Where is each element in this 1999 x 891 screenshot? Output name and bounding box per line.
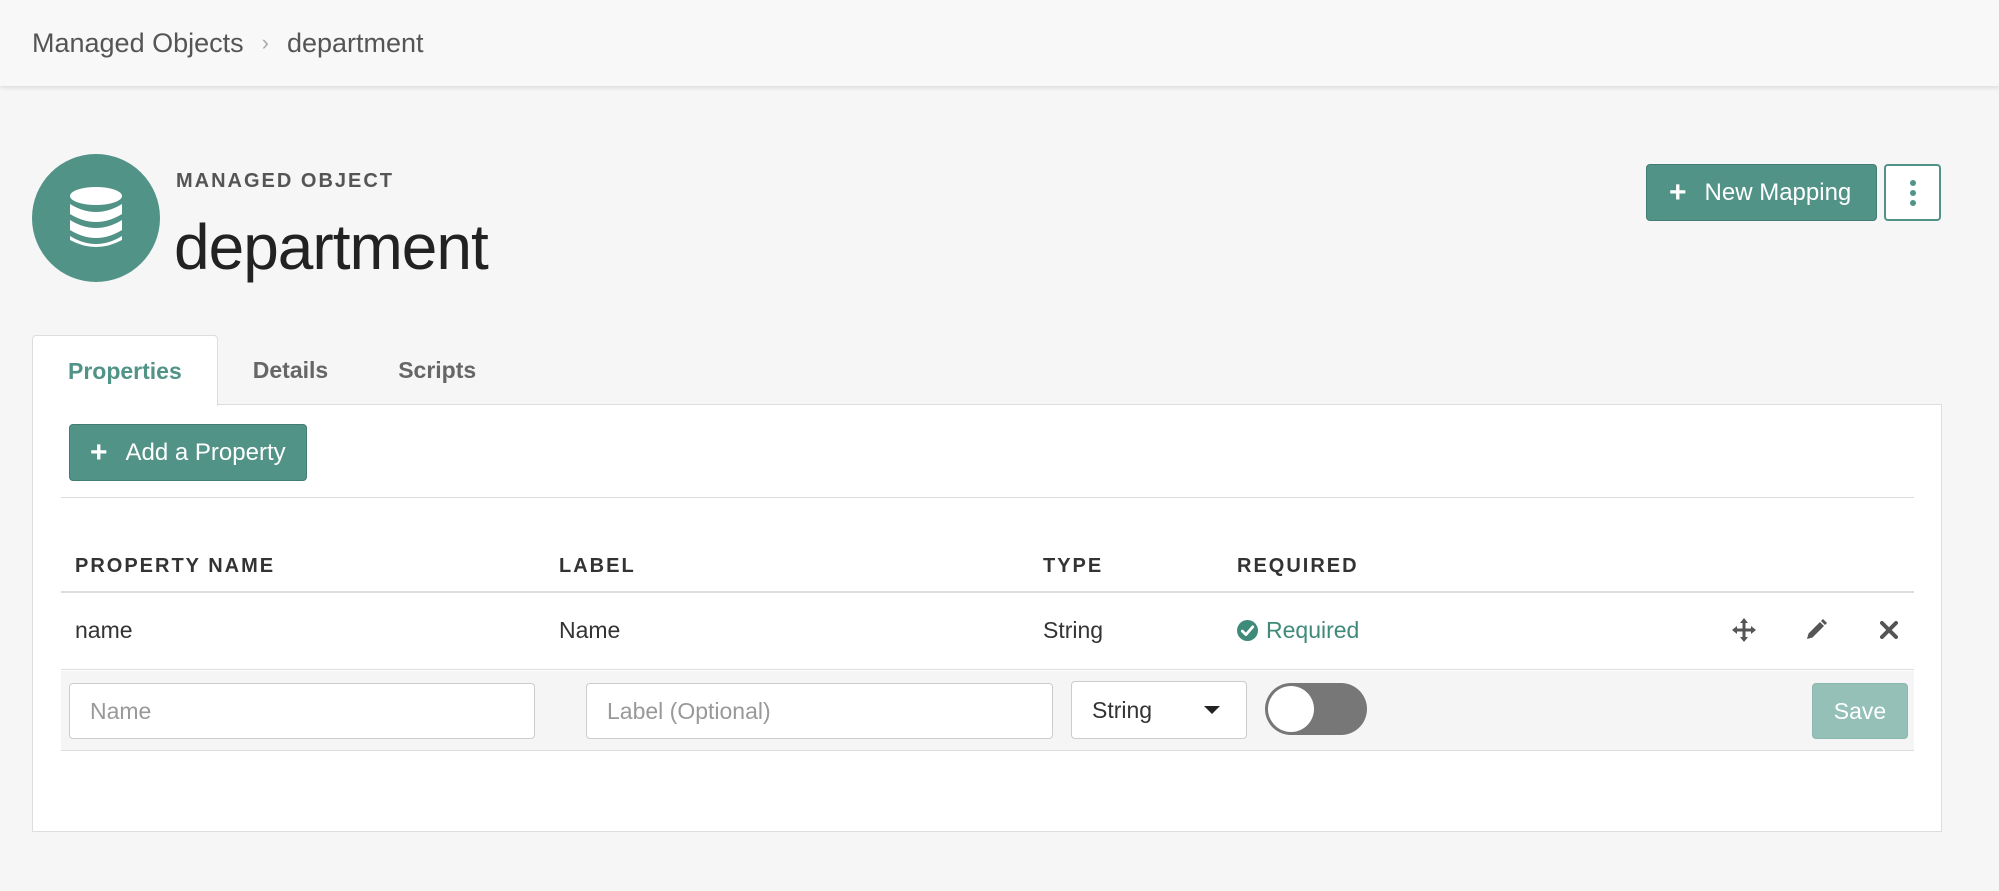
tab-scripts[interactable]: Scripts [363, 335, 511, 405]
property-name-cell: name [75, 617, 133, 643]
required-badge: Required [1237, 617, 1359, 644]
tab-bar: Properties Details Scripts [32, 335, 511, 406]
column-header-required: REQUIRED [1237, 555, 1359, 577]
table-row: name Name String Required [61, 593, 1914, 670]
property-type-cell: String [1043, 617, 1104, 643]
toggle-knob [1268, 686, 1314, 732]
column-header-label: LABEL [559, 555, 636, 577]
property-type-select[interactable]: String [1071, 681, 1247, 739]
column-header-type: TYPE [1043, 555, 1104, 577]
new-mapping-label: New Mapping [1704, 178, 1852, 206]
kebab-dot-icon [1909, 179, 1916, 186]
breadcrumb-current: department [286, 27, 424, 58]
breadcrumb: Managed Objects › department [0, 0, 1999, 86]
delete-x-icon[interactable] [1874, 615, 1904, 645]
table-header: PROPERTY NAME LABEL TYPE REQUIRED [61, 555, 1914, 593]
plus-icon: + [90, 435, 108, 469]
page-title: department [174, 211, 489, 283]
column-header-property-name: PROPERTY NAME [75, 555, 276, 577]
more-options-button[interactable] [1884, 164, 1941, 221]
properties-panel: + Add a Property PROPERTY NAME LABEL TYP… [32, 404, 1942, 832]
add-property-button[interactable]: + Add a Property [69, 424, 307, 481]
database-icon [32, 154, 160, 282]
tab-properties[interactable]: Properties [32, 335, 218, 406]
property-label-input[interactable] [586, 683, 1053, 739]
property-type-value: String [1092, 696, 1153, 723]
object-type-label: MANAGED OBJECT [176, 170, 395, 192]
edit-pencil-icon[interactable] [1801, 615, 1831, 645]
breadcrumb-root-link[interactable]: Managed Objects [32, 28, 244, 59]
add-property-label: Add a Property [125, 438, 286, 466]
plus-icon: + [1669, 175, 1687, 209]
divider [61, 497, 1914, 498]
kebab-dot-icon [1909, 189, 1916, 196]
save-button[interactable]: Save [1812, 683, 1908, 739]
tab-details[interactable]: Details [218, 335, 363, 405]
new-mapping-button[interactable]: + New Mapping [1646, 164, 1877, 221]
required-label: Required [1266, 617, 1360, 643]
property-label-cell: Name [559, 617, 621, 643]
property-name-input[interactable] [69, 683, 535, 739]
new-property-row: String Save [61, 671, 1914, 751]
check-circle-icon [1237, 620, 1258, 641]
kebab-dot-icon [1909, 199, 1916, 206]
caret-down-icon [1204, 706, 1220, 714]
chevron-right-icon: › [261, 30, 269, 55]
required-toggle[interactable] [1265, 683, 1367, 735]
move-icon[interactable] [1729, 615, 1759, 645]
